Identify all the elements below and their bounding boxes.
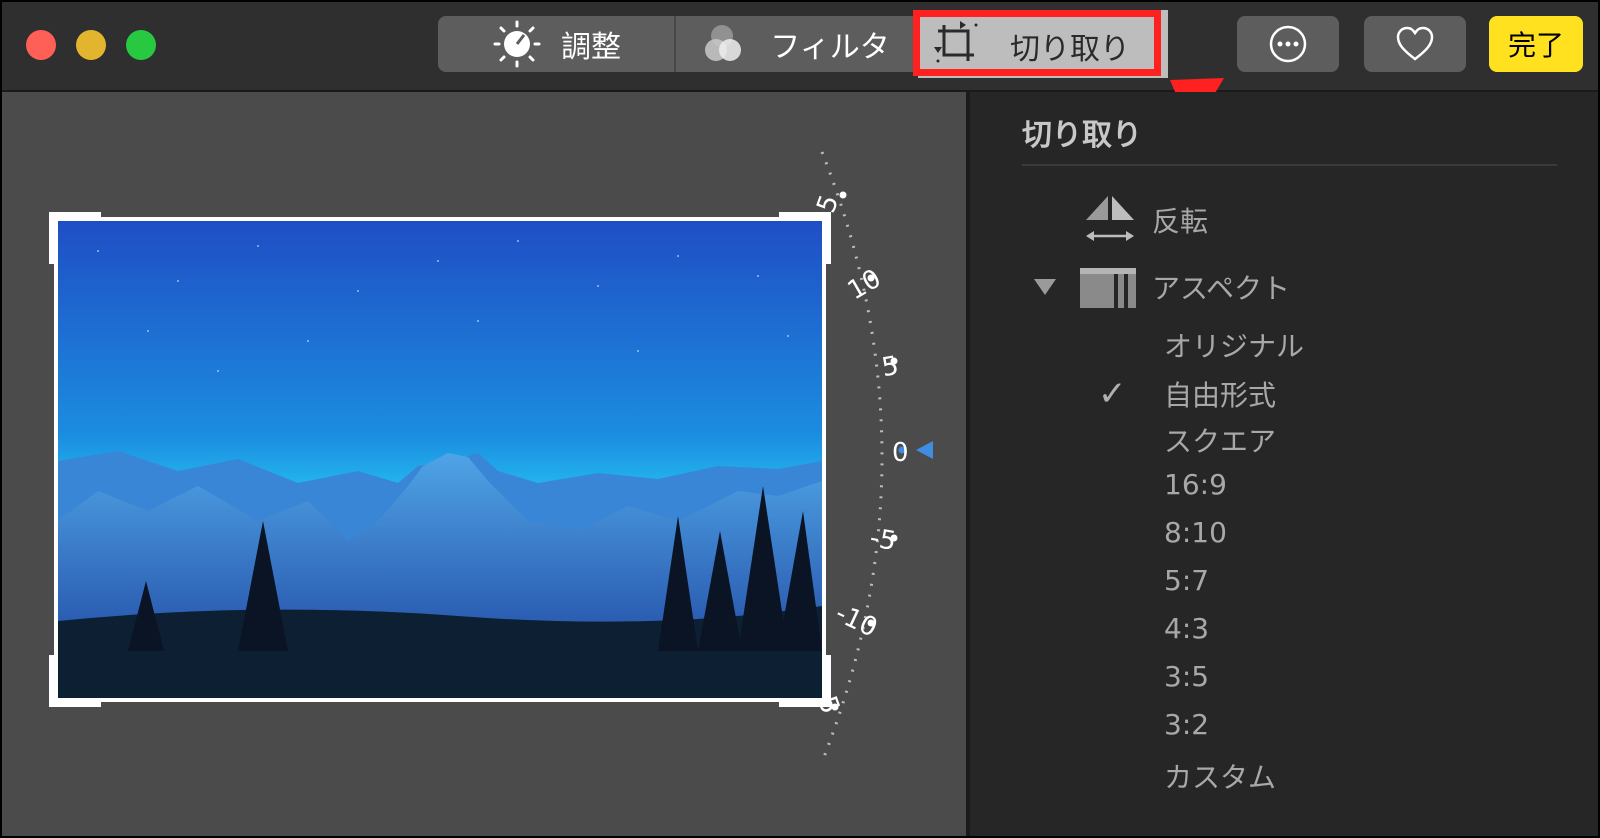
aspect-label: アスペクト (1152, 272, 1291, 305)
photos-edit-window: 調整 フィルタ 切り取り 完了 5 10 5 0 -5 -10 5 切り取り 反… (2, 2, 1598, 836)
flip-button[interactable]: 反転 (1082, 192, 1208, 248)
aspect-disclosure[interactable]: アスペクト (1032, 264, 1290, 310)
aspect-option-freeform[interactable]: 自由形式 (1164, 374, 1276, 414)
annotation-highlight-box (913, 10, 1161, 76)
dial-label: -5 (867, 522, 899, 558)
done-button[interactable]: 完了 (1489, 16, 1583, 72)
crop-options-panel: 切り取り 反転 アスペクト ✓ オリジナル 自由形式 スクエア 16:9 8:1… (970, 92, 1598, 836)
aspect-option-4-3[interactable]: 4:3 (1164, 612, 1209, 645)
aspect-option-3-2[interactable]: 3:2 (1164, 708, 1209, 741)
flip-icon (1086, 196, 1134, 241)
dial-current-value: 0 (892, 438, 909, 468)
disclosure-triangle-icon (1034, 279, 1056, 295)
heart-icon (1396, 26, 1434, 61)
more-options-button[interactable] (1237, 16, 1339, 72)
minimize-window-button[interactable] (76, 30, 106, 60)
panel-title: 切り取り (1022, 118, 1142, 153)
aspect-ratio-icon (1080, 268, 1136, 308)
flip-label: 反転 (1152, 205, 1209, 238)
aspect-option-square[interactable]: スクエア (1164, 420, 1276, 460)
close-window-button[interactable] (26, 30, 56, 60)
aspect-option-original[interactable]: オリジナル (1164, 325, 1304, 365)
aspect-option-5-7[interactable]: 5:7 (1164, 564, 1209, 597)
dial-indicator-icon (916, 441, 933, 459)
crop-photo[interactable] (54, 217, 826, 702)
tab-adjust[interactable]: 調整 (438, 16, 674, 72)
aspect-option-16-9[interactable]: 16:9 (1164, 468, 1227, 501)
favorite-button[interactable] (1364, 16, 1466, 72)
zoom-window-button[interactable] (126, 30, 156, 60)
crop-handle-top-left-v[interactable] (49, 212, 57, 264)
aspect-option-3-5[interactable]: 3:5 (1164, 660, 1209, 693)
aspect-option-8-10[interactable]: 8:10 (1164, 516, 1227, 549)
filter-circles-icon (705, 25, 742, 61)
selected-check-icon: ✓ (1098, 374, 1127, 414)
panel-separator (1022, 164, 1557, 166)
crop-handle-bottom-left-v[interactable] (49, 655, 57, 707)
tab-adjust-label: 調整 (561, 30, 621, 65)
tab-filter[interactable]: フィルタ (676, 16, 916, 72)
mountain-landscape-image (58, 221, 822, 698)
ellipsis-circle-icon (1269, 25, 1307, 63)
aspect-option-custom[interactable]: カスタム (1164, 756, 1276, 796)
tab-filter-label: フィルタ (770, 30, 890, 65)
adjust-dial-icon (493, 20, 541, 68)
